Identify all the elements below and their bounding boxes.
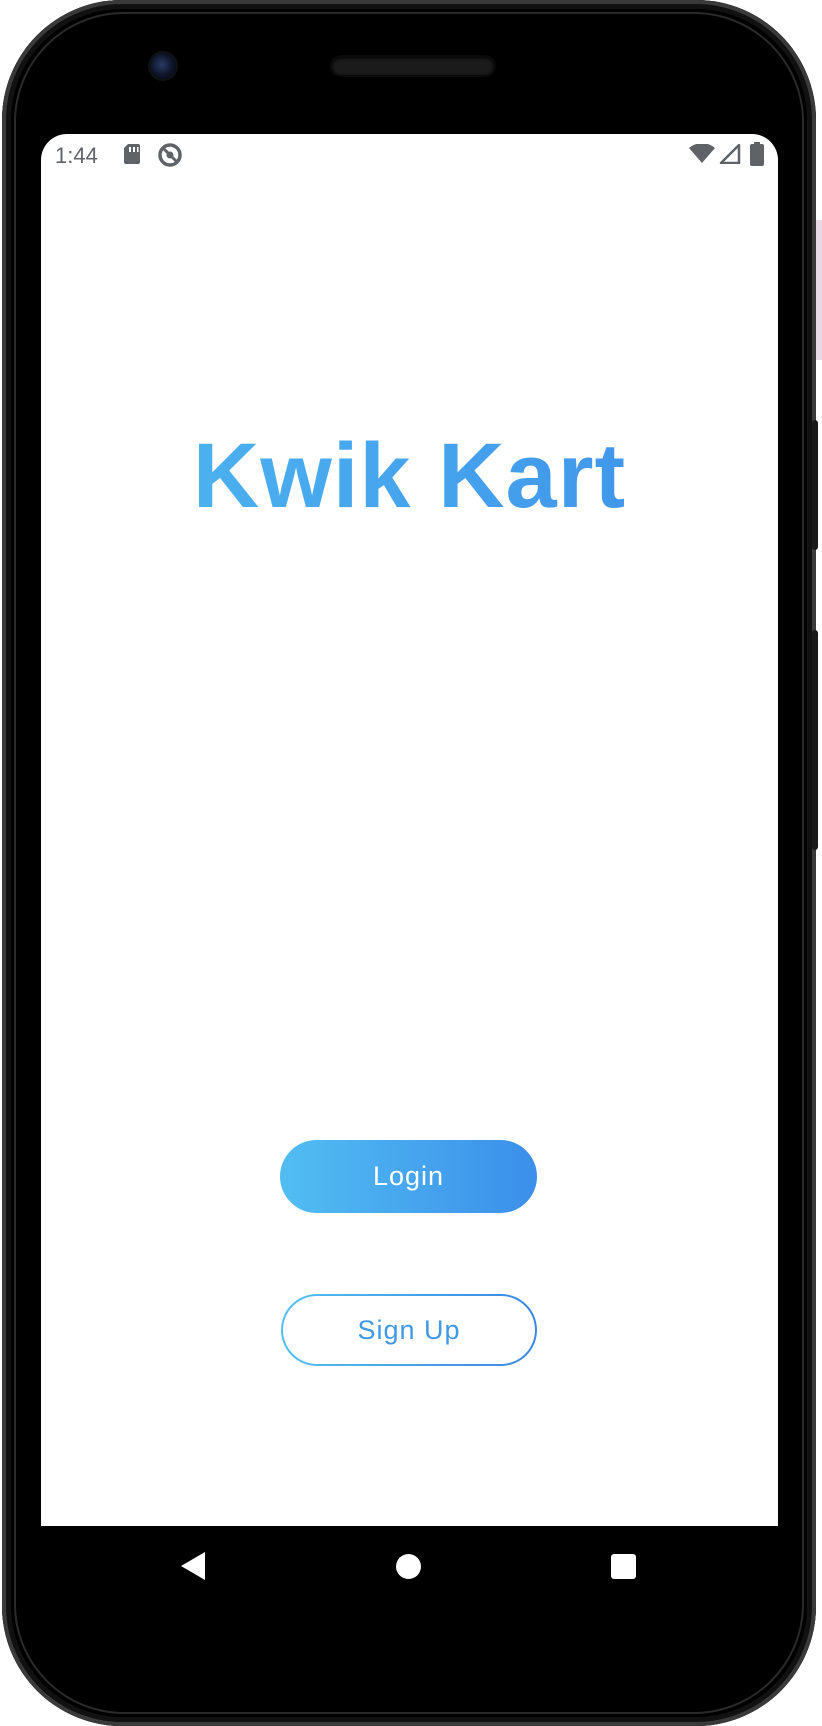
home-icon[interactable] <box>396 1554 421 1579</box>
wifi-icon <box>689 143 715 169</box>
status-bar: 1:44 <box>41 134 778 174</box>
volume-button <box>812 630 818 850</box>
app-title: Kwik Kart <box>41 424 778 529</box>
login-button[interactable]: Login <box>280 1140 537 1213</box>
cell-signal-icon <box>719 143 741 169</box>
power-button <box>812 420 818 550</box>
status-time: 1:44 <box>55 143 98 168</box>
front-camera <box>150 53 176 79</box>
phone-frame: 1:44 Kwik Kart Login Sign Up <box>2 0 818 1726</box>
signup-button-border: Sign Up <box>281 1294 537 1366</box>
signup-button[interactable]: Sign Up <box>283 1296 535 1364</box>
sd-card-icon <box>123 143 141 170</box>
recents-icon[interactable] <box>611 1554 636 1579</box>
data-saver-icon <box>157 142 183 173</box>
app-screen: 1:44 Kwik Kart Login Sign Up <box>41 134 778 1526</box>
battery-icon <box>750 142 764 171</box>
earpiece-speaker <box>332 57 494 75</box>
back-icon[interactable] <box>181 1552 205 1580</box>
navigation-bar <box>41 1526 778 1606</box>
